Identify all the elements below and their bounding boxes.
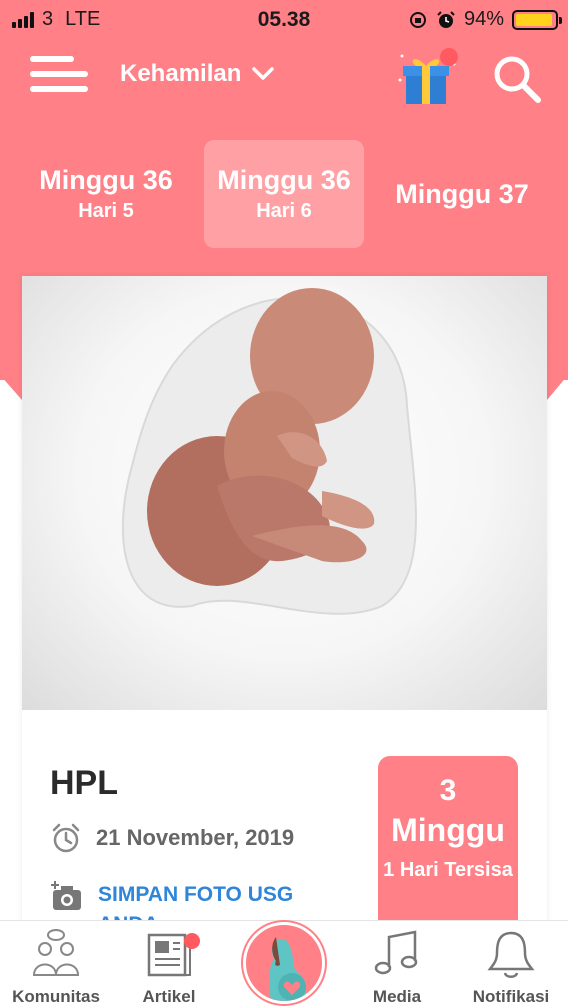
battery-fill [516, 13, 552, 26]
fetus-image[interactable] [22, 276, 547, 710]
nav-artikel[interactable]: Artikel [114, 929, 224, 1007]
add-photo-icon [51, 881, 81, 910]
week-label: Minggu 36 [39, 165, 173, 195]
week-label: Minggu 36 [217, 165, 351, 195]
pregnancy-selector[interactable]: Kehamilan [120, 60, 275, 88]
nav-label: Komunitas [12, 987, 100, 1006]
rotation-lock-icon [409, 11, 426, 28]
nav-media[interactable]: Media [342, 929, 452, 1007]
day-label: Hari 6 [256, 200, 312, 222]
gift-notification-dot [440, 48, 458, 66]
battery-percent: 94% [463, 8, 504, 30]
week-label: Minggu 37 [395, 178, 529, 209]
countdown-unit: Minggu [391, 812, 505, 848]
chevron-down-icon [252, 67, 275, 80]
due-date-row: 21 November, 2019 [50, 822, 294, 854]
week-tabs: Minggu 36 Hari 5 Minggu 36 Hari 6 Minggu… [0, 140, 568, 250]
nav-label: Notifikasi [472, 987, 550, 1006]
day-label: Hari 5 [78, 200, 134, 222]
week-tab-prev[interactable]: Minggu 36 Hari 5 [28, 140, 184, 248]
fetus-illustration [121, 288, 417, 615]
alarm-icon [437, 10, 455, 28]
selector-label: Kehamilan [120, 60, 242, 87]
battery-icon [512, 9, 562, 30]
hpl-title: HPL [50, 764, 118, 802]
community-icon [32, 929, 80, 976]
nav-label: Artikel [142, 987, 196, 1006]
week-tab-current[interactable]: Minggu 36 Hari 6 [204, 140, 364, 248]
due-date: 21 November, 2019 [96, 825, 295, 850]
menu-icon[interactable] [30, 54, 88, 94]
pregnancy-card: HPL 21 November, 2019 SIMPAN FOTO USG AN… [22, 276, 547, 936]
countdown-remaining: 1 Hari Tersisa [383, 859, 513, 881]
nav-komunitas[interactable]: Komunitas [1, 929, 111, 1007]
app-header: Kehamilan [0, 44, 568, 108]
countdown-badge: 3 Minggu 1 Hari Tersisa [378, 756, 518, 936]
status-right: 94% [408, 8, 562, 31]
countdown-number: 3 [439, 774, 457, 807]
nav-label: Media [372, 987, 422, 1006]
search-icon[interactable] [490, 52, 544, 106]
artikel-notification-dot [184, 933, 200, 949]
alarm-clock-icon [52, 823, 80, 853]
status-bar: 3 LTE 05.38 94% [0, 0, 568, 38]
nav-notifikasi[interactable]: Notifikasi [456, 929, 566, 1007]
week-tab-next[interactable]: Minggu 37 [386, 140, 538, 248]
pregnancy-center-button[interactable] [243, 922, 325, 1004]
bell-icon [487, 931, 535, 978]
music-icon [374, 930, 418, 975]
